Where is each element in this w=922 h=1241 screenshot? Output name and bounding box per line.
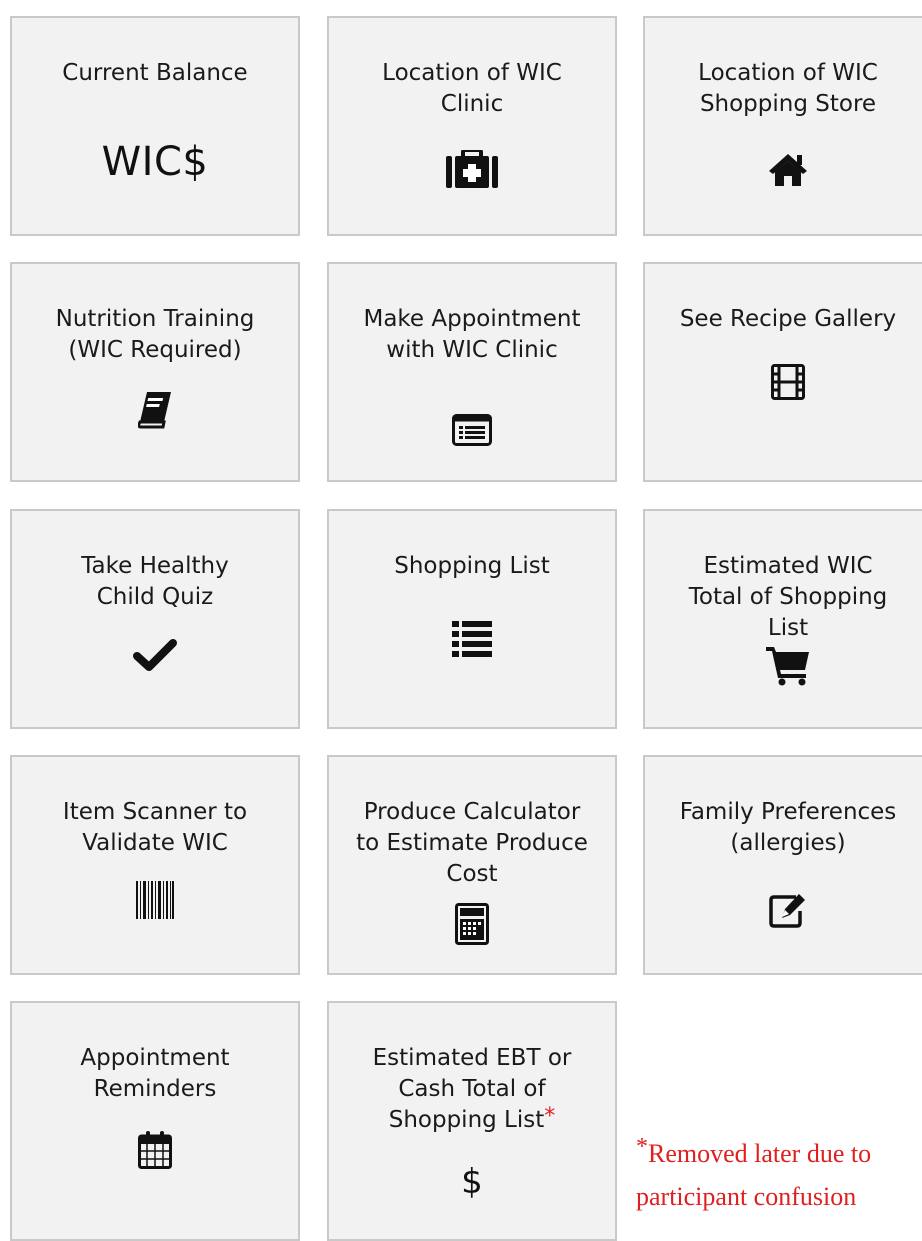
- tile-label-text: Estimated EBT or Cash Total of Shopping …: [372, 1045, 572, 1133]
- tile-estimated-wic-total[interactable]: Estimated WIC Total of Shopping List: [643, 509, 922, 729]
- home-icon: [769, 154, 807, 186]
- tile-recipe-gallery[interactable]: See Recipe Gallery: [643, 262, 922, 482]
- tile-family-preferences[interactable]: Family Preferences (allergies): [643, 755, 922, 975]
- tile-location-wic-store[interactable]: Location of WIC Shopping Store: [643, 16, 922, 236]
- dollar-icon: $: [461, 1162, 483, 1202]
- tile-item-scanner[interactable]: Item Scanner to Validate WIC: [10, 755, 300, 975]
- medkit-icon: [446, 150, 498, 188]
- barcode-icon: [136, 881, 174, 919]
- film-icon: [771, 364, 805, 400]
- tile-label: Nutrition Training (WIC Required): [55, 306, 255, 363]
- tile-label: See Recipe Gallery: [679, 306, 897, 332]
- tile-nutrition-training[interactable]: Nutrition Training (WIC Required): [10, 262, 300, 482]
- tile-current-balance[interactable]: Current Balance WIC$: [10, 16, 300, 236]
- tile-label: Make Appointment with WIC Clinic: [363, 306, 581, 363]
- tile-shopping-list[interactable]: Shopping List: [327, 509, 617, 729]
- note-asterisk: *: [636, 1134, 648, 1160]
- tile-label: Take Healthy Child Quiz: [81, 553, 229, 610]
- tile-label: Estimated EBT or Cash Total of Shopping …: [337, 1043, 607, 1136]
- edit-icon: [769, 894, 805, 928]
- list-icon: [452, 621, 492, 657]
- cart-icon: [766, 647, 809, 686]
- book-icon: [138, 392, 171, 429]
- tile-label: Shopping List: [394, 553, 550, 579]
- check-icon: [133, 639, 177, 671]
- tile-label: Estimated WIC Total of Shopping List: [688, 553, 888, 641]
- tile-label: Family Preferences (allergies): [679, 799, 897, 856]
- tile-label: Appointment Reminders: [80, 1045, 230, 1102]
- tile-healthy-child-quiz[interactable]: Take Healthy Child Quiz: [10, 509, 300, 729]
- tile-label: Location of WIC Shopping Store: [698, 60, 878, 117]
- tile-produce-calculator[interactable]: Produce Calculator to Estimate Produce C…: [327, 755, 617, 975]
- wic-balance-text: WIC$: [101, 139, 209, 185]
- asterisk-mark: *: [544, 1104, 556, 1129]
- calendar-icon: [138, 1131, 172, 1169]
- tile-label: Item Scanner to Validate WIC: [62, 799, 248, 856]
- tile-label: Location of WIC Clinic: [382, 60, 562, 117]
- removed-note: *Removed later due to participant confus…: [636, 1133, 922, 1218]
- tile-label: Current Balance: [62, 60, 248, 86]
- list-alt-icon: [452, 414, 492, 446]
- tile-make-appointment[interactable]: Make Appointment with WIC Clinic: [327, 262, 617, 482]
- tile-estimated-ebt-total[interactable]: Estimated EBT or Cash Total of Shopping …: [327, 1001, 617, 1241]
- tile-label: Produce Calculator to Estimate Produce C…: [356, 799, 588, 887]
- note-text: Removed later due to participant confusi…: [636, 1139, 872, 1211]
- tile-location-wic-clinic[interactable]: Location of WIC Clinic: [327, 16, 617, 236]
- tile-appointment-reminders[interactable]: Appointment Reminders: [10, 1001, 300, 1241]
- calculator-icon: [455, 903, 489, 945]
